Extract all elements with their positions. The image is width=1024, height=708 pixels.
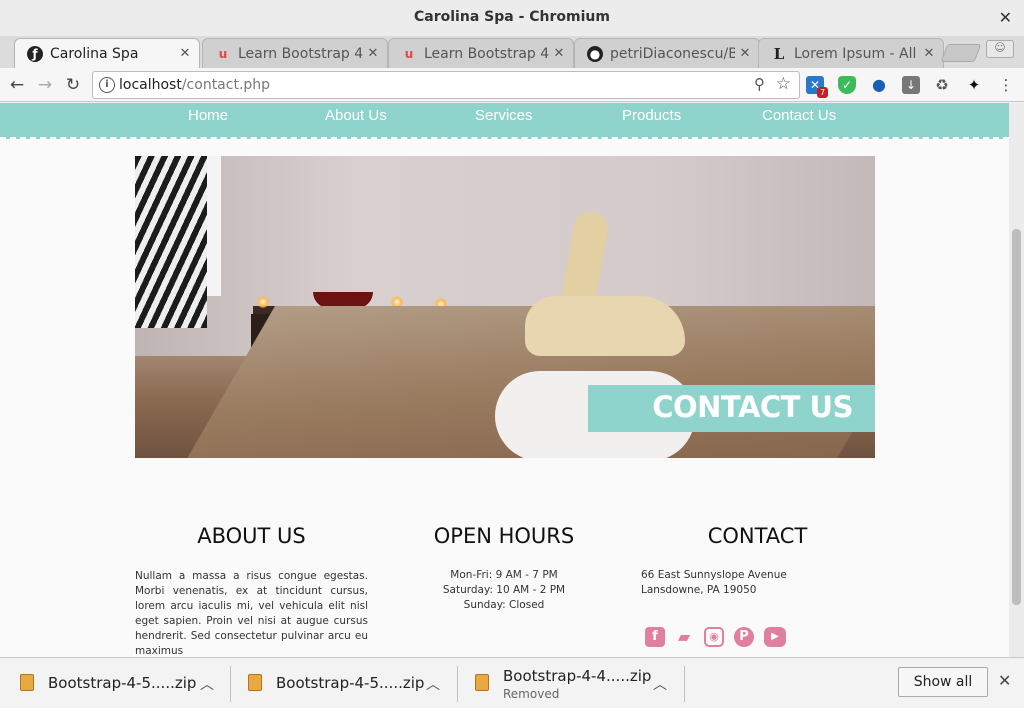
hero-banner: CONTACT US bbox=[588, 385, 875, 432]
hours-line: Mon-Fri: 9 AM - 7 PM bbox=[450, 569, 558, 581]
tab-carolina-spa[interactable]: ƒ Carolina Spa ✕ bbox=[14, 38, 200, 68]
bookmark-star-icon[interactable]: ☆ bbox=[776, 74, 791, 94]
symfony-icon: ƒ bbox=[27, 45, 43, 62]
downloads-shelf: Bootstrap-4-5.....zip ︿ Bootstrap-4-5...… bbox=[0, 657, 1024, 708]
zip-file-icon bbox=[475, 674, 489, 691]
page-viewport: Home About Us Services Products Contact … bbox=[0, 103, 1009, 657]
reload-icon[interactable]: ↻ bbox=[61, 73, 85, 97]
page-scrollbar[interactable] bbox=[1009, 103, 1024, 657]
download-item[interactable]: Bootstrap-4-5.....zip ︿ bbox=[248, 664, 448, 702]
hero-banner-text: CONTACT US bbox=[652, 390, 853, 424]
candle bbox=[257, 296, 269, 308]
download-item[interactable]: Bootstrap-4-5.....zip ︿ bbox=[20, 664, 220, 702]
zip-file-icon bbox=[20, 674, 34, 691]
divider bbox=[684, 666, 685, 702]
download-filename: Bootstrap-4-5.....zip bbox=[276, 674, 425, 692]
zip-file-icon bbox=[248, 674, 262, 691]
recycle-icon[interactable]: ♻ bbox=[933, 76, 951, 94]
youtube-icon[interactable]: ▶ bbox=[764, 627, 786, 647]
tab-label: Learn Bootstrap 4 bbox=[424, 45, 549, 62]
download-filename: Bootstrap-4-4.....zip bbox=[503, 667, 652, 685]
window-close-icon[interactable]: ✕ bbox=[999, 8, 1012, 27]
hero-window bbox=[207, 156, 221, 296]
nav-about-us[interactable]: About Us bbox=[325, 107, 387, 124]
window-title: Carolina Spa - Chromium bbox=[414, 9, 610, 25]
download-filename: Bootstrap-4-5.....zip bbox=[48, 674, 197, 692]
tab-close-icon[interactable]: ✕ bbox=[549, 46, 569, 61]
tab-github[interactable]: ● petriDiaconescu/B ✕ bbox=[574, 38, 760, 68]
github-icon: ● bbox=[587, 45, 603, 62]
forward-icon[interactable]: → bbox=[33, 73, 57, 97]
address-bar[interactable]: i localhost/contact.php ⚲ ☆ bbox=[92, 71, 800, 99]
tab-label: petriDiaconescu/B bbox=[610, 45, 735, 62]
scrollbar-thumb[interactable] bbox=[1012, 229, 1021, 605]
zoom-icon[interactable]: ⚲ bbox=[754, 75, 765, 93]
tab-strip: ƒ Carolina Spa ✕ u Learn Bootstrap 4 ✕ u… bbox=[0, 36, 1024, 68]
download-item[interactable]: Bootstrap-4-4.....zip Removed ︿ bbox=[475, 664, 675, 702]
window-titlebar: Carolina Spa - Chromium ✕ bbox=[0, 0, 1024, 36]
menu-icon[interactable]: ⋮ bbox=[997, 76, 1015, 94]
url-host: localhost bbox=[119, 77, 182, 93]
tab-learn-bootstrap-1[interactable]: u Learn Bootstrap 4 ✕ bbox=[202, 38, 388, 68]
tab-label: Carolina Spa bbox=[50, 45, 139, 62]
lorem-icon: L bbox=[773, 44, 785, 63]
contact-title: CONTACT bbox=[707, 524, 808, 548]
udemy-icon: u bbox=[404, 46, 414, 61]
back-icon[interactable]: ← bbox=[5, 73, 29, 97]
tab-close-icon[interactable]: ✕ bbox=[735, 46, 755, 61]
profile-icon[interactable]: ☺ bbox=[986, 40, 1014, 58]
divider bbox=[230, 666, 231, 702]
nav-products[interactable]: Products bbox=[622, 107, 681, 124]
site-nav: Home About Us Services Products Contact … bbox=[0, 103, 1009, 139]
hero-curtain bbox=[135, 156, 207, 328]
tab-learn-bootstrap-2[interactable]: u Learn Bootstrap 4 ✕ bbox=[388, 38, 574, 68]
extension-badge: 7 bbox=[817, 87, 828, 98]
nav-home[interactable]: Home bbox=[188, 107, 228, 124]
hours-line: Saturday: 10 AM - 2 PM bbox=[442, 584, 566, 596]
url-path: /contact.php bbox=[181, 77, 271, 93]
instagram-icon[interactable]: ◉ bbox=[704, 627, 724, 647]
browser-toolbar: ← → ↻ i localhost/contact.php ⚲ ☆ ✕ 7 ✓ … bbox=[0, 68, 1024, 102]
twitter-icon[interactable]: ▰ bbox=[674, 627, 694, 647]
pinterest-icon[interactable]: P bbox=[734, 627, 754, 647]
tab-close-icon[interactable]: ✕ bbox=[919, 46, 939, 61]
hours-title: OPEN HOURS bbox=[433, 524, 575, 548]
tab-label: Lorem Ipsum - All bbox=[794, 45, 917, 62]
divider bbox=[457, 666, 458, 702]
tab-lorem-ipsum[interactable]: L Lorem Ipsum - All ✕ bbox=[758, 38, 944, 68]
shield-icon[interactable]: ✓ bbox=[838, 76, 856, 94]
chevron-up-icon[interactable]: ︿ bbox=[200, 674, 214, 694]
tab-close-icon[interactable]: ✕ bbox=[363, 46, 383, 61]
contact-address-line: Lansdowne, PA 19050 bbox=[641, 584, 757, 596]
new-tab-button[interactable] bbox=[940, 44, 982, 62]
nav-services[interactable]: Services bbox=[475, 107, 533, 124]
show-all-button[interactable]: Show all bbox=[898, 667, 988, 697]
url-text[interactable]: localhost/contact.php bbox=[119, 77, 270, 93]
tab-label: Learn Bootstrap 4 bbox=[238, 45, 363, 62]
close-icon[interactable]: ✕ bbox=[998, 671, 1011, 690]
chevron-up-icon[interactable]: ︿ bbox=[426, 674, 440, 694]
facebook-icon[interactable]: f bbox=[645, 627, 665, 647]
download-icon[interactable]: ↓ bbox=[902, 76, 920, 94]
tab-close-icon[interactable]: ✕ bbox=[175, 46, 195, 61]
hours-line: Sunday: Closed bbox=[463, 599, 545, 611]
nav-contact-us[interactable]: Contact Us bbox=[762, 107, 836, 124]
hero-image: CONTACT US bbox=[135, 156, 875, 458]
info-icon[interactable]: i bbox=[99, 77, 115, 93]
extension-icon-6[interactable]: ✦ bbox=[965, 76, 983, 94]
contact-address-line: 66 East Sunnyslope Avenue bbox=[641, 569, 787, 581]
about-title: ABOUT US bbox=[197, 524, 306, 548]
chevron-up-icon[interactable]: ︿ bbox=[653, 674, 667, 694]
udemy-icon: u bbox=[218, 46, 228, 61]
download-status: Removed bbox=[503, 687, 560, 701]
towel-swan bbox=[525, 296, 685, 356]
extension-icon-3[interactable]: ● bbox=[870, 76, 888, 94]
about-text: Nullam a massa a risus congue egestas. M… bbox=[135, 570, 368, 657]
